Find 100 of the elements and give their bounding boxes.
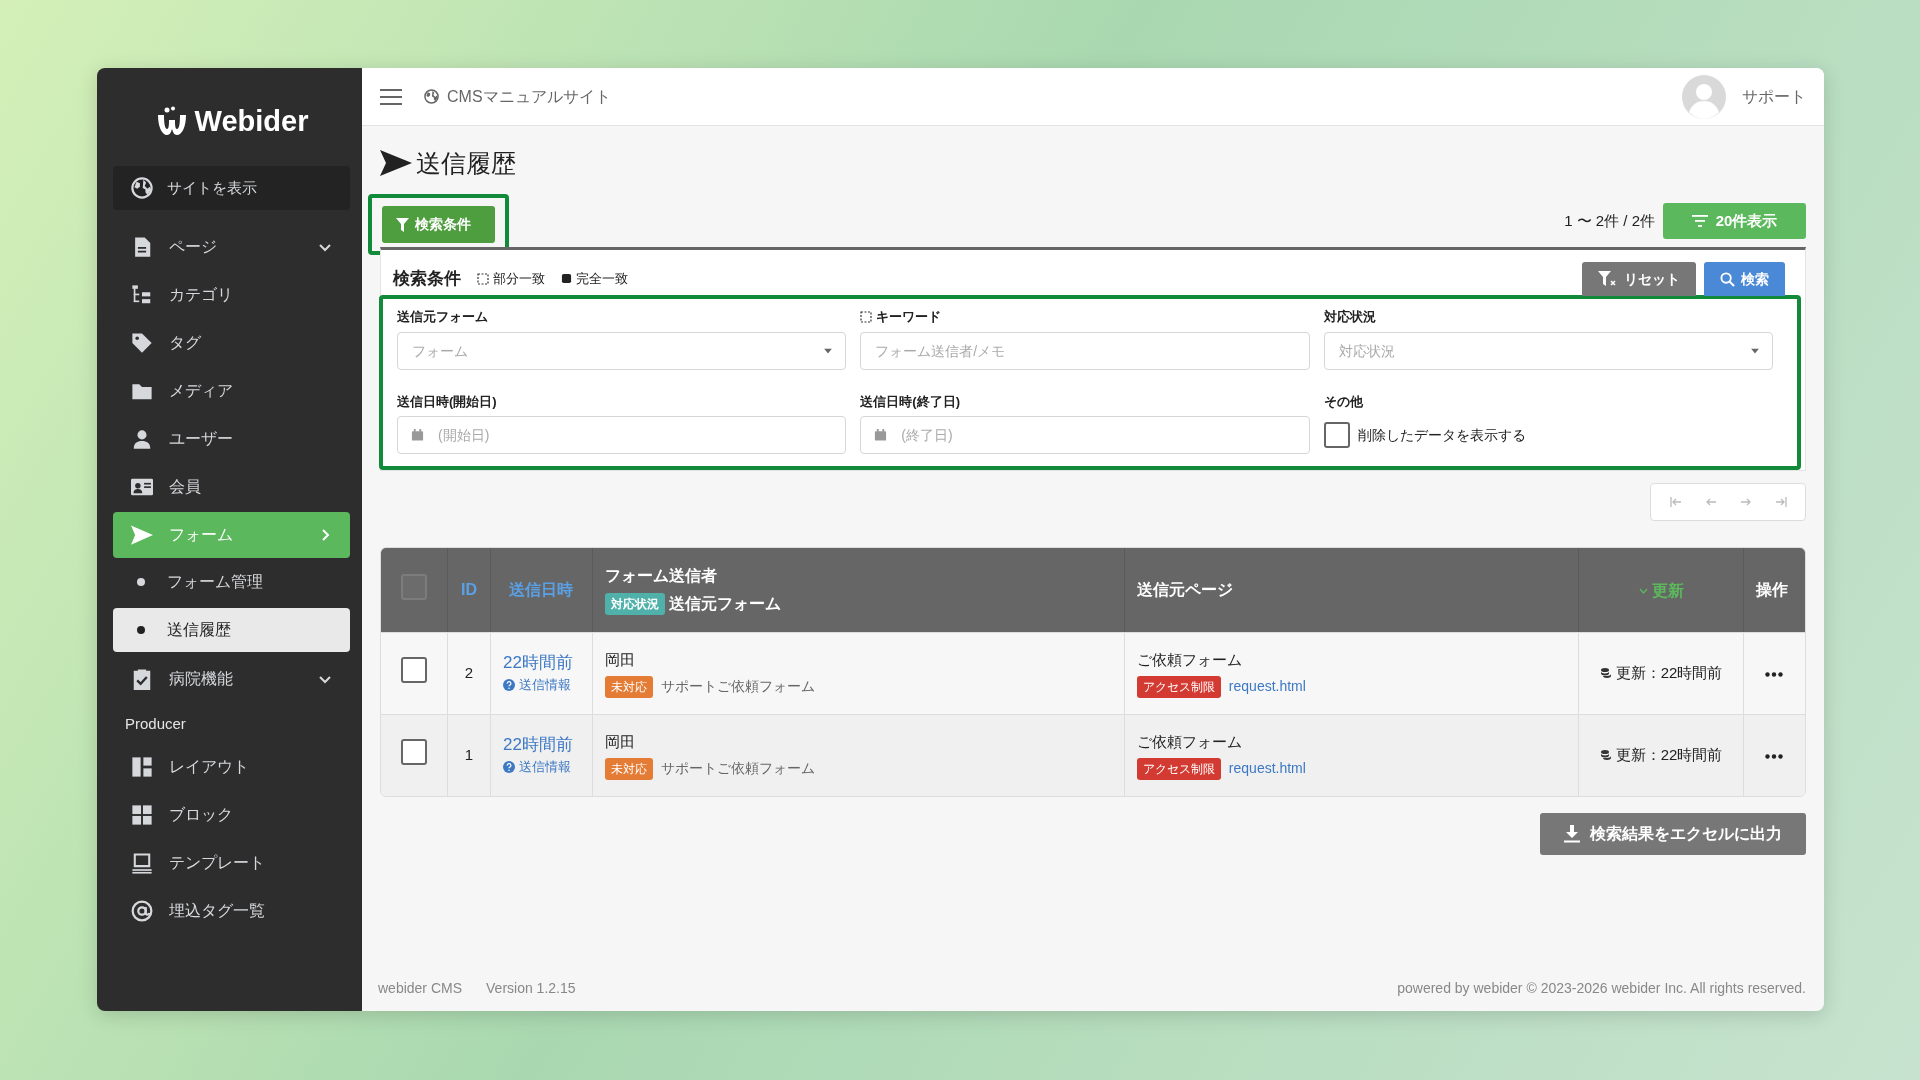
reset-button[interactable]: リセット <box>1582 262 1696 296</box>
sidebar-subitem[interactable]: フォーム管理 <box>113 560 350 604</box>
page-link[interactable]: request.html <box>1228 758 1306 780</box>
updated-time: 更新：22時間前 <box>1615 662 1723 683</box>
legend-label: 部分一致 <box>493 270 545 288</box>
download-icon <box>1564 825 1580 843</box>
footer-text: webider CMS <box>378 979 463 998</box>
filter-clear-icon <box>1598 271 1618 287</box>
status-badge: 対応状況 <box>604 592 665 616</box>
date-field[interactable]: (終了日) <box>860 416 1310 454</box>
dashed-square-icon <box>477 272 489 285</box>
calendar-icon <box>874 428 888 442</box>
table-cell: 2 <box>464 664 474 682</box>
tag-icon <box>131 332 153 354</box>
sidebar-item[interactable]: 会員 <box>113 464 350 510</box>
ellipsis-icon <box>1765 753 1784 759</box>
sidebar-item[interactable]: ページ <box>113 224 350 270</box>
help-icon <box>502 679 515 691</box>
panel-title: 検索条件 <box>393 268 461 290</box>
date-field[interactable]: (開始日) <box>397 416 847 454</box>
time-link[interactable]: 22時間前 <box>502 731 580 757</box>
grid-icon <box>131 804 153 826</box>
row-checkbox[interactable] <box>400 657 427 684</box>
sidebar-item[interactable]: タグ <box>113 320 350 366</box>
input-field[interactable]: フォーム送信者/メモ <box>860 331 1310 370</box>
status-badge: 未対応 <box>604 675 653 698</box>
form-name: サポートご依頼フォーム <box>660 677 815 697</box>
globe-icon <box>424 89 439 104</box>
page-link[interactable]: request.html <box>1228 676 1306 698</box>
ellipsis-icon <box>1765 671 1784 677</box>
clipboard-check-icon <box>131 668 153 690</box>
layout-icon <box>131 756 153 778</box>
sidebar-item[interactable]: 埋込タグ一覧 <box>113 888 350 934</box>
sender-name: 岡田 <box>604 732 636 753</box>
column-header: 送信元フォーム <box>668 594 781 614</box>
sender-name: 岡田 <box>604 650 636 671</box>
field-label: 送信元フォーム <box>397 308 488 326</box>
user-icon <box>131 428 153 450</box>
copyright-text: powered by webider © 2023-2026 webider Inc. All rights reserved. <box>1397 979 1806 998</box>
coins-icon <box>1599 666 1612 679</box>
field-label: 送信日時(終了日) <box>860 392 960 411</box>
id-card-icon <box>131 476 153 498</box>
field-label: その他 <box>1323 392 1363 411</box>
sidebar-item[interactable]: カテゴリ <box>113 272 350 318</box>
page-title-text: ご依頼フォーム <box>1136 732 1243 753</box>
page-title-text: ご依頼フォーム <box>1136 650 1243 671</box>
bullet-icon <box>137 626 145 634</box>
avatar-icon <box>1682 74 1726 119</box>
sidebar-item[interactable]: ユーザー <box>113 416 350 462</box>
site-link[interactable]: サイトを表示 <box>113 166 350 210</box>
sidebar-item[interactable]: テンプレート <box>113 840 350 886</box>
dropdown-field[interactable]: フォーム <box>397 331 847 370</box>
checkbox[interactable] <box>1323 422 1350 448</box>
export-button[interactable]: 検索結果をエクセルに出力 <box>1540 813 1806 855</box>
caret-down-icon <box>824 348 833 353</box>
calendar-icon <box>411 428 424 442</box>
filled-square-icon <box>561 273 572 285</box>
arrow-to-start-icon <box>1668 495 1683 509</box>
legend-label: 完全一致 <box>576 270 628 288</box>
access-badge: アクセス制限 <box>1136 675 1221 698</box>
bullet-icon <box>137 578 145 586</box>
site-name-link[interactable]: CMSマニュアルサイト <box>424 84 611 109</box>
coins-icon <box>1599 748 1612 761</box>
checkbox-label: 削除したデータを表示する <box>1357 425 1526 445</box>
row-checkbox[interactable] <box>400 739 427 766</box>
hierarchy-icon <box>131 284 153 306</box>
column-header: フォーム送信者 <box>604 566 718 586</box>
user-menu[interactable]: サポート <box>1682 74 1806 119</box>
access-badge: アクセス制限 <box>1136 757 1221 780</box>
globe-icon <box>131 177 153 199</box>
page-title: 送信履歴 <box>416 148 516 178</box>
logo-text: Webider <box>194 104 309 140</box>
form-name: サポートご依頼フォーム <box>660 759 815 779</box>
sidebar-item[interactable]: 病院機能 <box>113 656 350 702</box>
filter-toggle-button[interactable]: 検索条件 <box>382 206 495 243</box>
info-link[interactable]: 送信情報 <box>502 675 571 695</box>
send-icon <box>380 150 412 176</box>
help-icon <box>502 761 515 773</box>
search-icon <box>1720 271 1735 287</box>
sidebar-item[interactable]: レイアウト <box>113 744 350 790</box>
dropdown-field[interactable]: 対応状況 <box>1323 331 1773 370</box>
arrow-to-end-icon <box>1773 495 1788 509</box>
filter-icon <box>396 217 409 232</box>
column-header: 操作 <box>1755 581 1788 598</box>
time-link[interactable]: 22時間前 <box>502 649 580 675</box>
info-link[interactable]: 送信情報 <box>502 757 571 777</box>
caret-down-icon <box>1751 348 1759 353</box>
search-button[interactable]: 検索 <box>1704 262 1785 296</box>
sidebar-item[interactable]: ブロック <box>113 792 350 838</box>
sidebar-subitem[interactable]: 送信履歴 <box>113 608 350 652</box>
status-badge: 未対応 <box>604 757 653 780</box>
result-count: 1 〜 2件 / 2件 <box>1564 210 1655 231</box>
send-icon <box>131 524 153 546</box>
monitor-icon <box>131 852 153 874</box>
sidebar-item[interactable]: メディア <box>113 368 350 414</box>
at-sign-icon <box>131 900 153 922</box>
sort-lines-icon <box>1691 215 1708 227</box>
field-label: 送信日時(開始日) <box>397 392 497 411</box>
field-label: 対応状況 <box>1323 308 1376 326</box>
menu-button[interactable] <box>380 88 402 105</box>
